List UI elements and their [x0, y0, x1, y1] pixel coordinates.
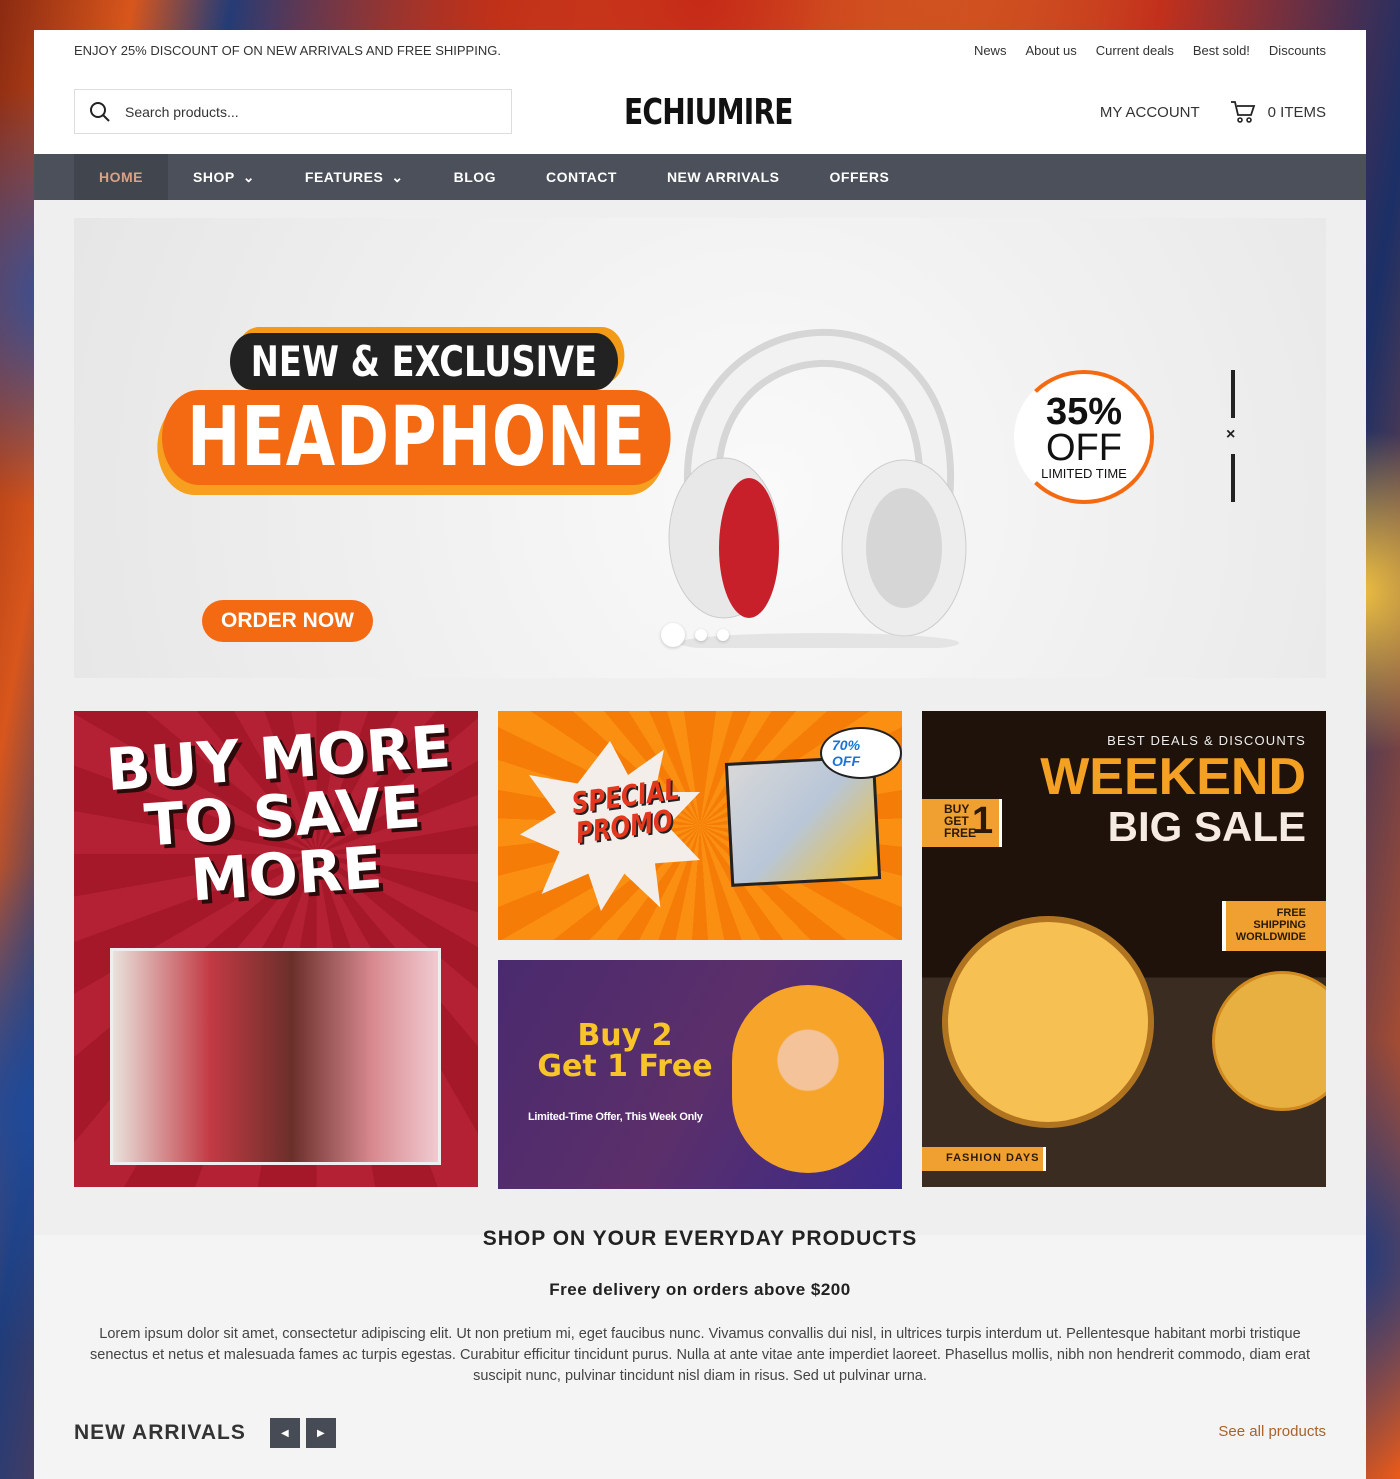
prev-arrow-button[interactable]: ◀: [269, 1418, 300, 1448]
shipping-label: FREE SHIPPING WORLDWIDE: [1222, 901, 1326, 951]
cart-icon: [1230, 101, 1255, 123]
promo-tile-weekend[interactable]: BEST DEALS & DISCOUNTS WEEKEND BIG SALE …: [922, 711, 1326, 1187]
discount-bubble: 70% OFF: [820, 727, 902, 779]
slider-dots: [661, 623, 729, 647]
main-nav: HOME SHOP ⌄ FEATURES ⌄ BLOG CONTACT NEW AR…: [34, 154, 1366, 200]
slider-dot[interactable]: [717, 629, 729, 641]
my-account-link[interactable]: MY ACCOUNT: [1100, 104, 1200, 121]
clothes-rack-photo: [110, 948, 441, 1165]
logo[interactable]: ECHIUMIRE: [624, 92, 794, 133]
headline-line: Get 1 Free: [537, 1049, 713, 1084]
chevron-down-icon: ⌄: [242, 168, 255, 185]
search-placeholder: Search products...: [125, 103, 239, 120]
clothes-photo: [1212, 971, 1326, 1111]
nav-features[interactable]: FEATURES ⌄: [280, 154, 429, 200]
headphone-image: [668, 329, 967, 648]
new-arrivals-title: NEW ARRIVALS: [74, 1421, 246, 1444]
nav-shop[interactable]: SHOP ⌄: [168, 154, 280, 200]
nav-label: OFFERS: [829, 169, 890, 185]
products-section: SHOP ON YOUR EVERYDAY PRODUCTS Free deli…: [34, 1227, 1366, 1479]
new-arrivals-header: NEW ARRIVALS ◀ ▶: [74, 1418, 336, 1448]
label-number: 1: [972, 800, 994, 842]
top-link-news[interactable]: News: [974, 43, 1007, 58]
close-icon[interactable]: ×: [1226, 426, 1235, 444]
cart-button[interactable]: 0 ITEMS: [1230, 100, 1326, 124]
top-link-discounts[interactable]: Discounts: [1269, 43, 1326, 58]
promo-tile-buy2[interactable]: Buy 2 Get 1 Free Limited-Time Offer, This…: [498, 960, 902, 1189]
next-arrow-button[interactable]: ▶: [305, 1418, 336, 1448]
tile-subtext: Limited-Time Offer, This Week Only: [528, 1111, 703, 1123]
nav-blog[interactable]: BLOG: [429, 154, 521, 200]
divider-line: [1231, 370, 1235, 418]
top-link-about[interactable]: About us: [1025, 43, 1076, 58]
hero-tag: NEW & EXCLUSIVE: [230, 333, 618, 390]
label-line: WORLDWIDE: [1235, 931, 1306, 943]
order-now-button[interactable]: ORDER NOW: [202, 600, 373, 642]
slider-dot-active[interactable]: [661, 623, 685, 647]
nav-contact[interactable]: CONTACT: [521, 154, 642, 200]
badge-note: LIMITED TIME: [1041, 465, 1127, 481]
tile-headline: SPECIAL PROMO: [570, 772, 685, 850]
tile-headline: Buy 2 Get 1 Free: [520, 1020, 730, 1082]
buy-get-label: BUY GET FREE 1: [922, 799, 1002, 847]
divider-line: [1231, 454, 1235, 502]
section-subtitle: Free delivery on orders above $200: [549, 1280, 851, 1299]
nav-label: FEATURES: [304, 169, 384, 185]
search-icon: [90, 101, 110, 122]
promo-tile-buy-more[interactable]: BUY MORE TO SAVE MORE: [74, 711, 478, 1187]
shopper-photo: [732, 985, 884, 1173]
nav-label: SHOP: [193, 169, 235, 185]
tile-headline: WEEKEND: [1040, 748, 1306, 806]
hero-slider: NEW & EXCLUSIVE HEADPHONE ORDER NOW 35% …: [74, 218, 1326, 678]
label-line: FREE: [1276, 907, 1306, 919]
page: ENJOY 25% DISCOUNT OF ON NEW ARRIVALS AN…: [34, 30, 1366, 1479]
nav-label: NEW ARRIVALS: [666, 169, 780, 185]
shopper-photo: [942, 916, 1154, 1128]
nav-label: CONTACT: [546, 169, 617, 185]
nav-label: BLOG: [453, 169, 497, 185]
nav-new-arrivals[interactable]: NEW ARRIVALS: [642, 154, 805, 200]
tile-subheadline: BIG SALE: [1107, 803, 1306, 850]
nav-home[interactable]: HOME: [74, 154, 168, 200]
header: Search products... ECHIUMIRE MY ACCOUNT …: [34, 70, 1366, 154]
nav-label: HOME: [99, 169, 143, 185]
see-all-products-link[interactable]: See all products: [1218, 1423, 1326, 1440]
badge-off: OFF: [1046, 426, 1122, 469]
search-input[interactable]: Search products...: [74, 89, 512, 134]
section-title: SHOP ON YOUR EVERYDAY PRODUCTS: [482, 1227, 918, 1250]
slider-dot[interactable]: [695, 629, 707, 641]
cart-count: 0 ITEMS: [1267, 103, 1326, 121]
hero-title: HEADPHONE: [162, 390, 671, 485]
tile-headline: BUY MORE TO SAVE MORE: [104, 712, 460, 915]
promo-tile-special[interactable]: SPECIAL PROMO 70% OFF: [498, 711, 902, 940]
top-bar: ENJOY 25% DISCOUNT OF ON NEW ARRIVALS AN…: [34, 30, 1366, 70]
discount-badge: 35% OFF LIMITED TIME: [1014, 370, 1154, 504]
section-body: Lorem ipsum dolor sit amet, consectetur …: [90, 1326, 1310, 1384]
top-links: News About us Current deals Best sold! D…: [974, 43, 1326, 58]
label-line: SHIPPING: [1253, 919, 1306, 931]
promo-text: ENJOY 25% DISCOUNT OF ON NEW ARRIVALS AN…: [74, 42, 501, 58]
top-link-deals[interactable]: Current deals: [1096, 43, 1174, 58]
nav-offers[interactable]: OFFERS: [805, 154, 915, 200]
badge-percent: 35%: [1045, 390, 1123, 433]
tile-eyebrow: BEST DEALS & DISCOUNTS: [1107, 733, 1306, 748]
headline-line: Buy 2: [577, 1018, 673, 1053]
top-link-best-sold[interactable]: Best sold!: [1193, 43, 1250, 58]
fashion-days-label: FASHION DAYS: [922, 1147, 1046, 1171]
chevron-down-icon: ⌄: [391, 168, 404, 185]
